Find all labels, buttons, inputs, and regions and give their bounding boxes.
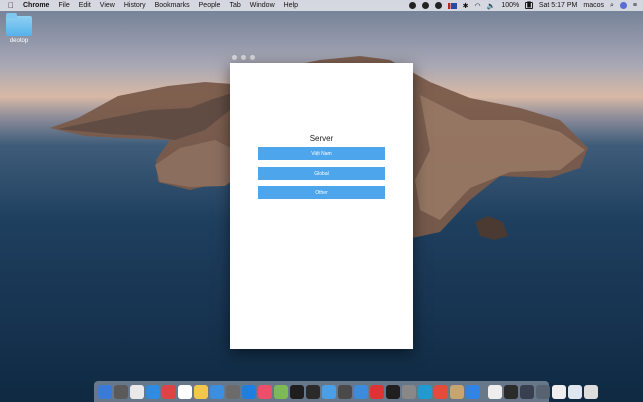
volume-icon[interactable]: 🔈 bbox=[487, 2, 496, 10]
status-app-icon-3[interactable] bbox=[434, 2, 442, 9]
dock-app-icon[interactable] bbox=[274, 384, 288, 399]
menu-app-name[interactable]: Chrome bbox=[23, 2, 49, 9]
battery-percent[interactable]: 100% bbox=[501, 2, 519, 9]
close-window-button[interactable] bbox=[232, 55, 237, 60]
folder-icon bbox=[6, 13, 32, 36]
menu-bookmarks[interactable]: Bookmarks bbox=[155, 2, 190, 9]
dock-app-icon[interactable] bbox=[370, 384, 384, 399]
wifi-icon[interactable]: ◠ bbox=[475, 2, 481, 10]
dock-app-icon[interactable] bbox=[536, 384, 550, 399]
menu-view[interactable]: View bbox=[100, 2, 115, 9]
dock-app-icon[interactable] bbox=[290, 384, 304, 399]
dock-app-icon[interactable] bbox=[98, 384, 112, 399]
dock-app-icon[interactable] bbox=[226, 384, 240, 399]
battery-icon[interactable]: █ bbox=[525, 2, 533, 9]
input-source-flag-icon[interactable] bbox=[447, 2, 457, 9]
minimize-window-button[interactable] bbox=[241, 55, 246, 60]
dock-app-icon[interactable] bbox=[386, 384, 400, 399]
dock-app-icon[interactable] bbox=[552, 384, 566, 399]
dock-app-icon[interactable] bbox=[434, 384, 448, 399]
desktop-folder-label: deotop bbox=[9, 38, 29, 44]
dock-app-icon[interactable] bbox=[322, 384, 336, 399]
bluetooth-icon[interactable]: ✱ bbox=[463, 2, 469, 10]
dock-app-icon[interactable] bbox=[488, 384, 502, 399]
user-name[interactable]: macos bbox=[583, 2, 604, 9]
page-title: Server bbox=[309, 134, 334, 143]
dock-app-icon[interactable] bbox=[466, 384, 480, 399]
server-button-vietnam[interactable]: Việt Nam bbox=[258, 147, 385, 160]
desktop-folder[interactable]: deotop bbox=[4, 13, 34, 44]
dock-app-icon[interactable] bbox=[242, 384, 256, 399]
spotlight-search-icon[interactable]: ⌕ bbox=[610, 2, 614, 10]
menu-tab[interactable]: Tab bbox=[229, 2, 240, 9]
dock bbox=[94, 381, 598, 402]
status-app-icon-2[interactable] bbox=[421, 2, 429, 9]
apple-menu-icon[interactable]:  bbox=[8, 1, 14, 10]
dock-app-icon[interactable] bbox=[354, 384, 368, 399]
menu-help[interactable]: Help bbox=[284, 2, 298, 9]
dock-app-icon[interactable] bbox=[114, 384, 128, 399]
dock-app-icon[interactable] bbox=[450, 384, 464, 399]
zoom-window-button[interactable] bbox=[250, 55, 255, 60]
server-button-other[interactable]: Other bbox=[258, 186, 385, 199]
dock-app-icon[interactable] bbox=[418, 384, 432, 399]
clock[interactable]: Sat 5:17 PM bbox=[539, 2, 578, 9]
dock-app-icon[interactable] bbox=[584, 384, 598, 399]
dock-app-icon[interactable] bbox=[258, 384, 272, 399]
dock-app-icon[interactable] bbox=[162, 384, 176, 399]
menu-window[interactable]: Window bbox=[250, 2, 275, 9]
dock-app-icon[interactable] bbox=[130, 384, 144, 399]
menu-edit[interactable]: Edit bbox=[79, 2, 91, 9]
server-button-global[interactable]: Global bbox=[258, 167, 385, 180]
status-app-icon[interactable] bbox=[408, 2, 416, 9]
dock-app-icon[interactable] bbox=[504, 384, 518, 399]
siri-icon[interactable] bbox=[619, 2, 627, 9]
control-center-icon[interactable]: ≡ bbox=[633, 2, 637, 9]
dock-app-icon[interactable] bbox=[146, 384, 160, 399]
menu-history[interactable]: History bbox=[124, 2, 146, 9]
dock-app-icon[interactable] bbox=[520, 384, 534, 399]
window-controls bbox=[232, 55, 255, 60]
dock-app-icon[interactable] bbox=[178, 384, 192, 399]
menu-people[interactable]: People bbox=[199, 2, 221, 9]
dock-app-icon[interactable] bbox=[210, 384, 224, 399]
dock-app-icon[interactable] bbox=[402, 384, 416, 399]
app-window: Server Việt Nam Global Other bbox=[230, 63, 413, 349]
desktop:  Chrome File Edit View History Bookmark… bbox=[0, 0, 643, 402]
menu-bar:  Chrome File Edit View History Bookmark… bbox=[0, 0, 643, 11]
dock-app-icon[interactable] bbox=[568, 384, 582, 399]
dock-app-icon[interactable] bbox=[338, 384, 352, 399]
menu-file[interactable]: File bbox=[58, 2, 69, 9]
dock-app-icon[interactable] bbox=[306, 384, 320, 399]
dock-app-icon[interactable] bbox=[194, 384, 208, 399]
